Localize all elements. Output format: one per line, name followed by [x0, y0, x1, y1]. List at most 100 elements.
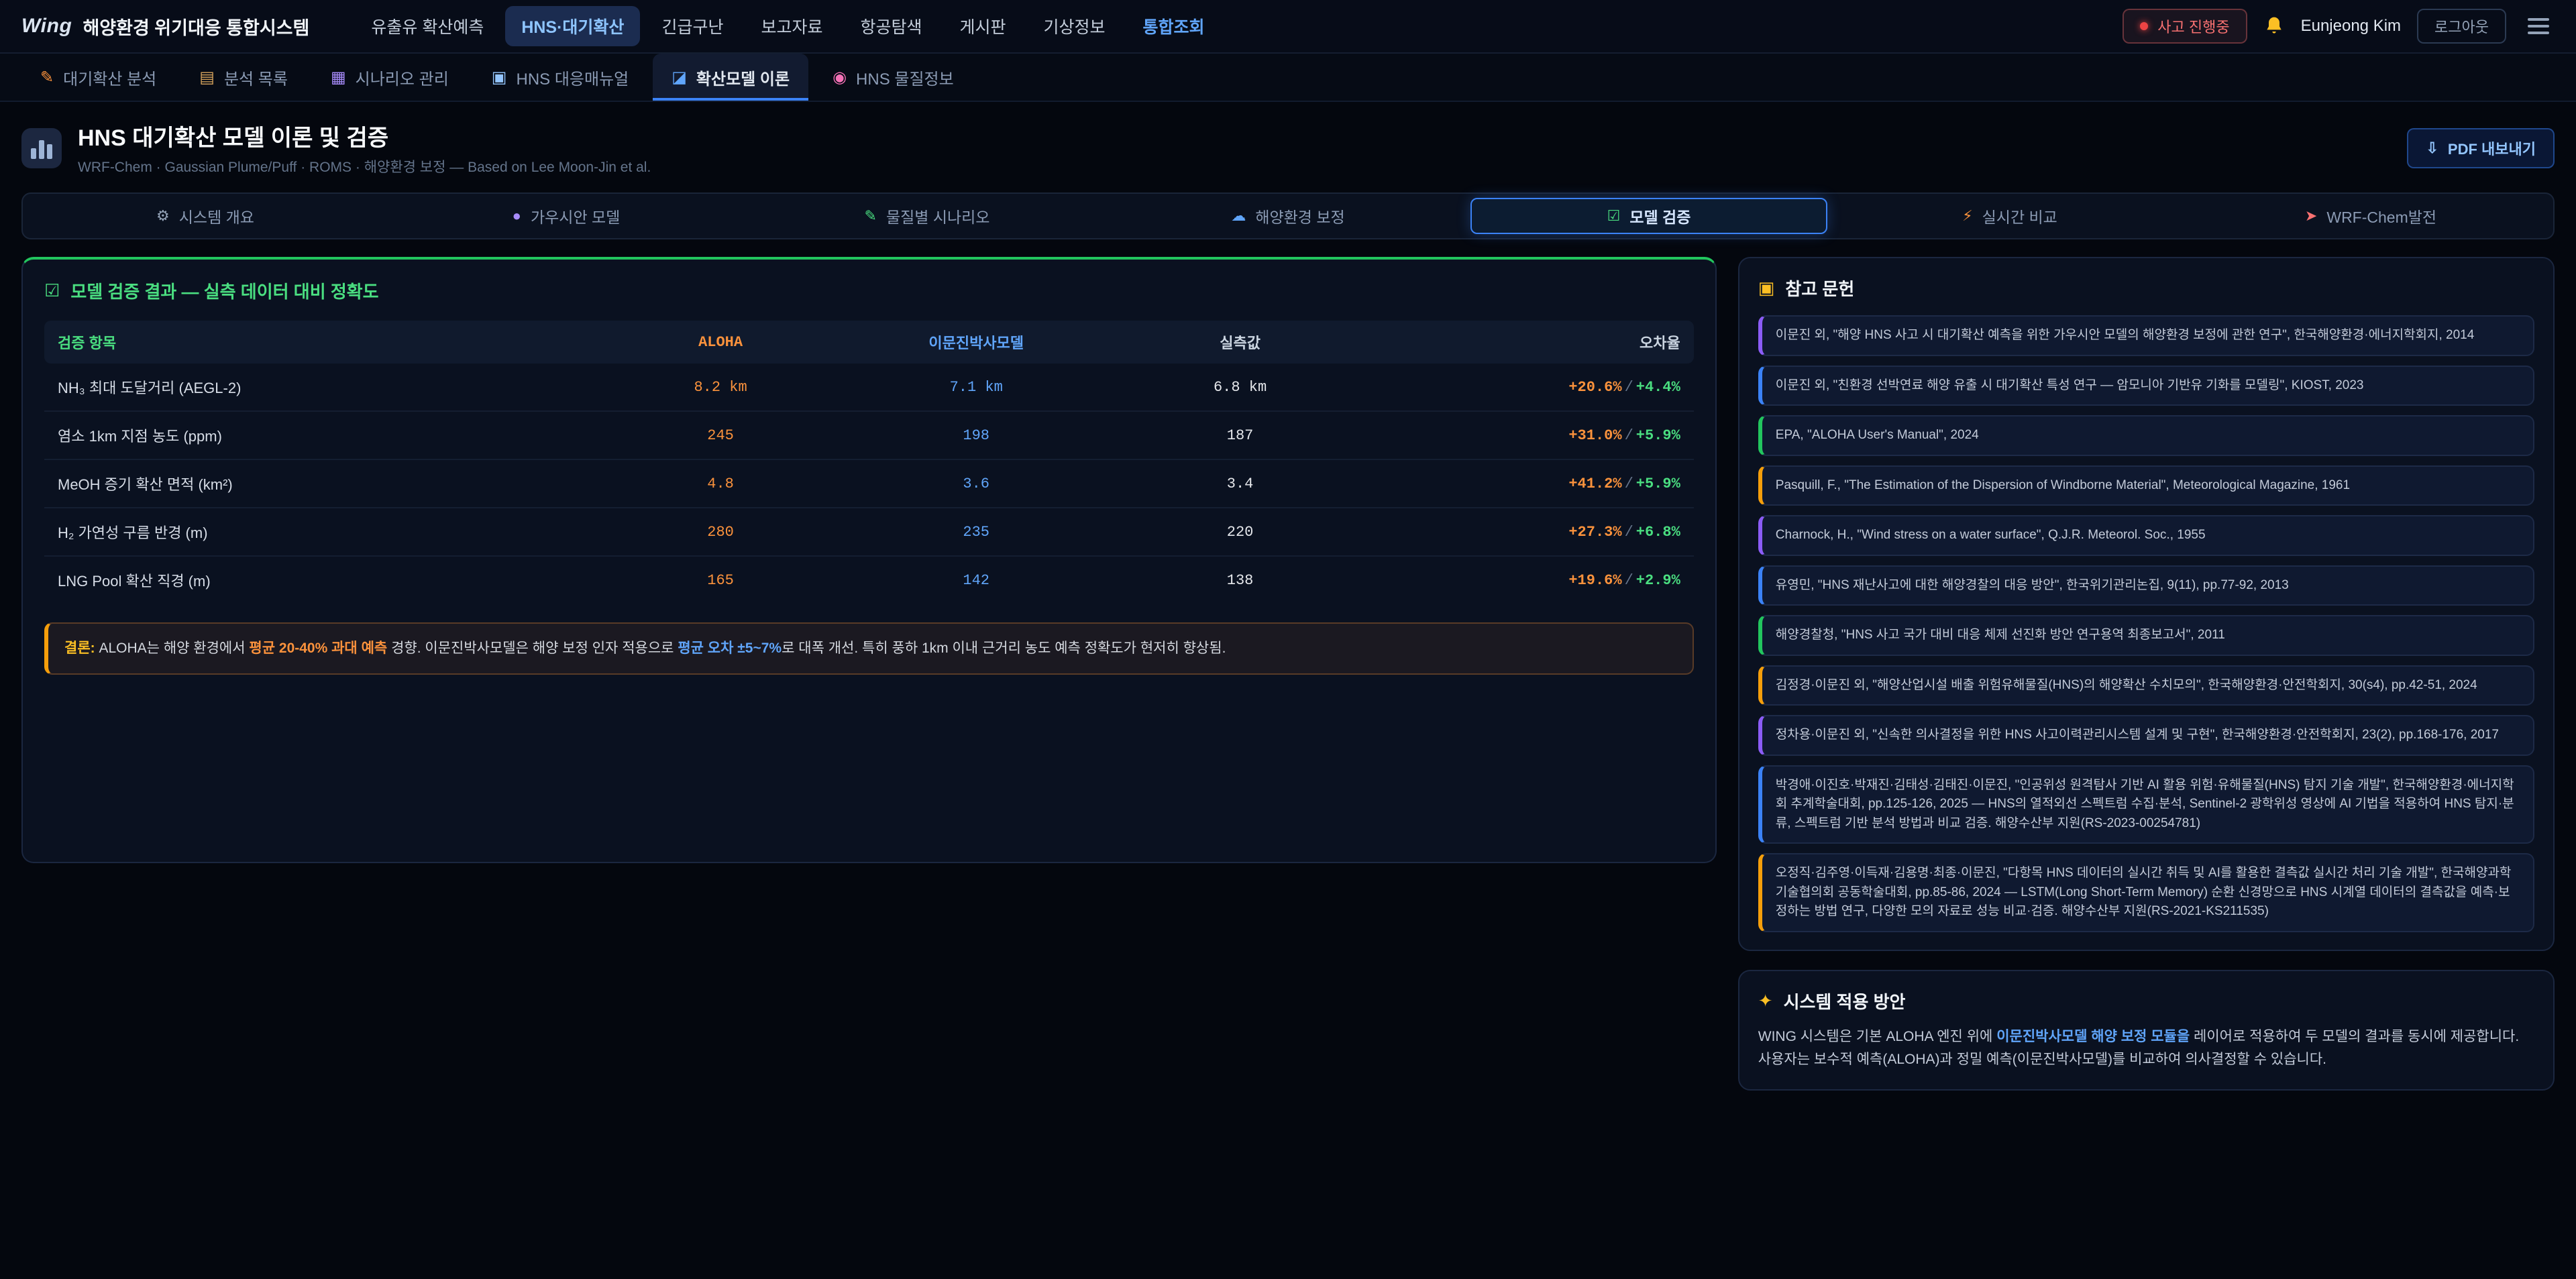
row-lee-value: 198 — [820, 411, 1133, 459]
column-header-measured: 실측값 — [1133, 321, 1348, 364]
row-item: MeOH 증기 확산 면적 (km²) — [44, 459, 622, 508]
conclusion-callout: 결론: ALOHA는 해양 환경에서 평균 20-40% 과대 예측 경향. 이… — [44, 622, 1694, 675]
nav-reports[interactable]: 보고자료 — [745, 6, 839, 46]
subnav-label: HNS 대응매뉴얼 — [516, 66, 629, 89]
tab-realtime-comparison[interactable]: ⚡ 실시간 비교 — [1831, 198, 2188, 234]
reference-item: 이문진 외, "해양 HNS 사고 시 대기확산 예측을 위한 가우시안 모델의… — [1758, 315, 2534, 356]
row-error-value: +20.6%/+4.4% — [1347, 364, 1693, 411]
row-measured-value: 3.4 — [1133, 459, 1348, 508]
tab-label: WRF-Chem발전 — [2326, 205, 2436, 227]
list-icon: ▤ — [199, 68, 215, 87]
reference-item: EPA, "ALOHA User's Manual", 2024 — [1758, 415, 2534, 456]
row-lee-value: 235 — [820, 508, 1133, 556]
reference-item: 해양경찰청, "HNS 사고 국가 대비 대응 체제 선진화 방안 연구용역 최… — [1758, 615, 2534, 656]
subnav-item-atmos-analysis[interactable]: ✎ 대기확산 분석 — [21, 54, 175, 101]
table-row: LNG Pool 확산 직경 (m) 165 142 138 +19.6%/+2… — [44, 556, 1694, 604]
nav-oil-spill-prediction[interactable]: 유출유 확산예측 — [355, 6, 500, 46]
subnav-label: HNS 물질정보 — [856, 66, 954, 89]
nav-weather-info[interactable]: 기상정보 — [1028, 6, 1122, 46]
row-error-value: +31.0%/+5.9% — [1347, 411, 1693, 459]
nav-aerial-search[interactable]: 항공탐색 — [844, 6, 938, 46]
subnav-item-analysis-list[interactable]: ▤ 분석 목록 — [180, 54, 307, 101]
subnav-item-scenario-management[interactable]: ▦ 시나리오 관리 — [312, 54, 468, 101]
row-aloha-value: 165 — [622, 556, 820, 604]
check-icon: ☑ — [44, 280, 60, 301]
row-measured-value: 6.8 km — [1133, 364, 1348, 411]
dot-icon: ● — [513, 207, 521, 225]
validation-panel-title: ☑ 모델 검증 결과 — 실측 데이터 대비 정확도 — [44, 278, 1694, 303]
tab-label: 실시간 비교 — [1982, 205, 2057, 227]
row-lee-value: 3.6 — [820, 459, 1133, 508]
page-subtitle: WRF-Chem · Gaussian Plume/Puff · ROMS · … — [78, 156, 651, 176]
row-measured-value: 187 — [1133, 411, 1348, 459]
column-header-item: 검증 항목 — [44, 321, 622, 364]
notification-bell-icon[interactable] — [2263, 15, 2285, 37]
row-item: LNG Pool 확산 직경 (m) — [44, 556, 622, 604]
pdf-export-button[interactable]: ⇩ PDF 내보내기 — [2407, 128, 2555, 168]
gear-icon: ⚙ — [156, 207, 170, 225]
error-lee: +5.9% — [1636, 427, 1680, 444]
references-panel: ▣ 참고 문헌 이문진 외, "해양 HNS 사고 시 대기확산 예측을 위한 … — [1738, 257, 2555, 951]
logo-mark: Wing — [21, 15, 72, 38]
subnav-label: 확산모델 이론 — [696, 66, 790, 89]
error-aloha: +41.2% — [1568, 476, 1621, 492]
hamburger-menu-icon[interactable] — [2522, 13, 2555, 40]
tab-gaussian-model[interactable]: ● 가우시안 모델 — [388, 198, 745, 234]
nav-bulletin-board[interactable]: 게시판 — [943, 6, 1022, 46]
system-application-panel: ✦ 시스템 적용 방안 WING 시스템은 기본 ALOHA 엔진 위에 이문진… — [1738, 970, 2555, 1091]
tab-label: 가우시안 모델 — [531, 205, 620, 227]
row-error-value: +19.6%/+2.9% — [1347, 556, 1693, 604]
error-separator: / — [1622, 572, 1636, 589]
tab-marine-correction[interactable]: ☁ 해양환경 보정 — [1110, 198, 1466, 234]
incident-badge-label: 사고 진행중 — [2157, 15, 2229, 37]
nav-hns-atmospheric[interactable]: HNS·대기확산 — [505, 6, 640, 46]
application-highlight-module: 이문진박사모델 해양 보정 모듈을 — [1996, 1029, 2190, 1044]
tab-label: 시스템 개요 — [179, 205, 254, 227]
lightbulb-icon: ✦ — [1758, 991, 1773, 1011]
error-lee: +5.9% — [1636, 476, 1680, 492]
row-error-value: +41.2%/+5.9% — [1347, 459, 1693, 508]
reference-item: 유영민, "HNS 재난사고에 대한 해양경찰의 대응 방안", 한국위기관리논… — [1758, 565, 2534, 606]
row-item: H₂ 가연성 구름 반경 (m) — [44, 508, 622, 556]
error-lee: +4.4% — [1636, 379, 1680, 396]
conclusion-text: 경향. 이문진박사모델은 해양 보정 인자 적용으로 — [387, 641, 678, 656]
subnav-item-hns-substance-info[interactable]: ◉ HNS 물질정보 — [814, 54, 973, 101]
nav-integrated-search[interactable]: 통합조회 — [1127, 6, 1221, 46]
error-separator: / — [1622, 379, 1636, 396]
logout-button[interactable]: 로그아웃 — [2417, 9, 2506, 44]
rocket-icon: ➤ — [2305, 207, 2317, 225]
subnav: ✎ 대기확산 분석 ▤ 분석 목록 ▦ 시나리오 관리 ▣ HNS 대응매뉴얼 … — [0, 54, 2576, 102]
app-title: 해양환경 위기대응 통합시스템 — [83, 13, 309, 40]
error-aloha: +27.3% — [1568, 524, 1621, 541]
reference-item: 이문진 외, "친환경 선박연료 해양 유출 시 대기확산 특성 연구 — 암모… — [1758, 366, 2534, 406]
lightning-icon: ⚡ — [1962, 207, 1972, 225]
section-tabbar: ⚙ 시스템 개요 ● 가우시안 모델 ✎ 물질별 시나리오 ☁ 해양환경 보정 … — [21, 192, 2555, 239]
table-row: H₂ 가연성 구름 반경 (m) 280 235 220 +27.3%/+6.8… — [44, 508, 1694, 556]
reference-item: 정차용·이문진 외, "신속한 의사결정을 위한 HNS 사고이력관리시스템 설… — [1758, 715, 2534, 756]
incident-dot-icon — [2140, 22, 2148, 30]
tab-label: 해양환경 보정 — [1255, 205, 1344, 227]
conclusion-text: ALOHA는 해양 환경에서 — [95, 641, 250, 656]
error-separator: / — [1622, 476, 1636, 492]
subnav-item-dispersion-model-theory[interactable]: ◪ 확산모델 이론 — [653, 54, 808, 101]
row-item: 염소 1km 지점 농도 (ppm) — [44, 411, 622, 459]
tab-model-validation[interactable]: ☑ 모델 검증 — [1470, 198, 1827, 234]
table-row: MeOH 증기 확산 면적 (km²) 4.8 3.6 3.4 +41.2%/+… — [44, 459, 1694, 508]
row-aloha-value: 245 — [622, 411, 820, 459]
tab-system-overview[interactable]: ⚙ 시스템 개요 — [27, 198, 384, 234]
topbar: Wing 해양환경 위기대응 통합시스템 유출유 확산예측 HNS·대기확산 긴… — [0, 0, 2576, 54]
table-row: 염소 1km 지점 농도 (ppm) 245 198 187 +31.0%/+5… — [44, 411, 1694, 459]
tab-wrf-chem-advance[interactable]: ➤ WRF-Chem발전 — [2192, 198, 2549, 234]
tab-substance-scenarios[interactable]: ✎ 물질별 시나리오 — [749, 198, 1106, 234]
pdf-export-label: PDF 내보내기 — [2448, 137, 2536, 159]
row-lee-value: 7.1 km — [820, 364, 1133, 411]
error-lee: +2.9% — [1636, 572, 1680, 589]
subnav-item-hns-response-manual[interactable]: ▣ HNS 대응매뉴얼 — [473, 54, 647, 101]
pencil-icon: ✎ — [40, 68, 54, 87]
reference-item: Pasquill, F., "The Estimation of the Dis… — [1758, 465, 2534, 506]
row-measured-value: 220 — [1133, 508, 1348, 556]
nav-emergency-rescue[interactable]: 긴급구난 — [645, 6, 739, 46]
system-application-title: ✦ 시스템 적용 방안 — [1758, 989, 2534, 1013]
conclusion-text: 로 대폭 개선. 특히 풍하 1km 이내 근거리 농도 예측 정확도가 현저히… — [782, 641, 1226, 656]
reference-item: 오정직·김주영·이득재·김용명·최종·이문진, "다항목 HNS 데이터의 실시… — [1758, 853, 2534, 932]
